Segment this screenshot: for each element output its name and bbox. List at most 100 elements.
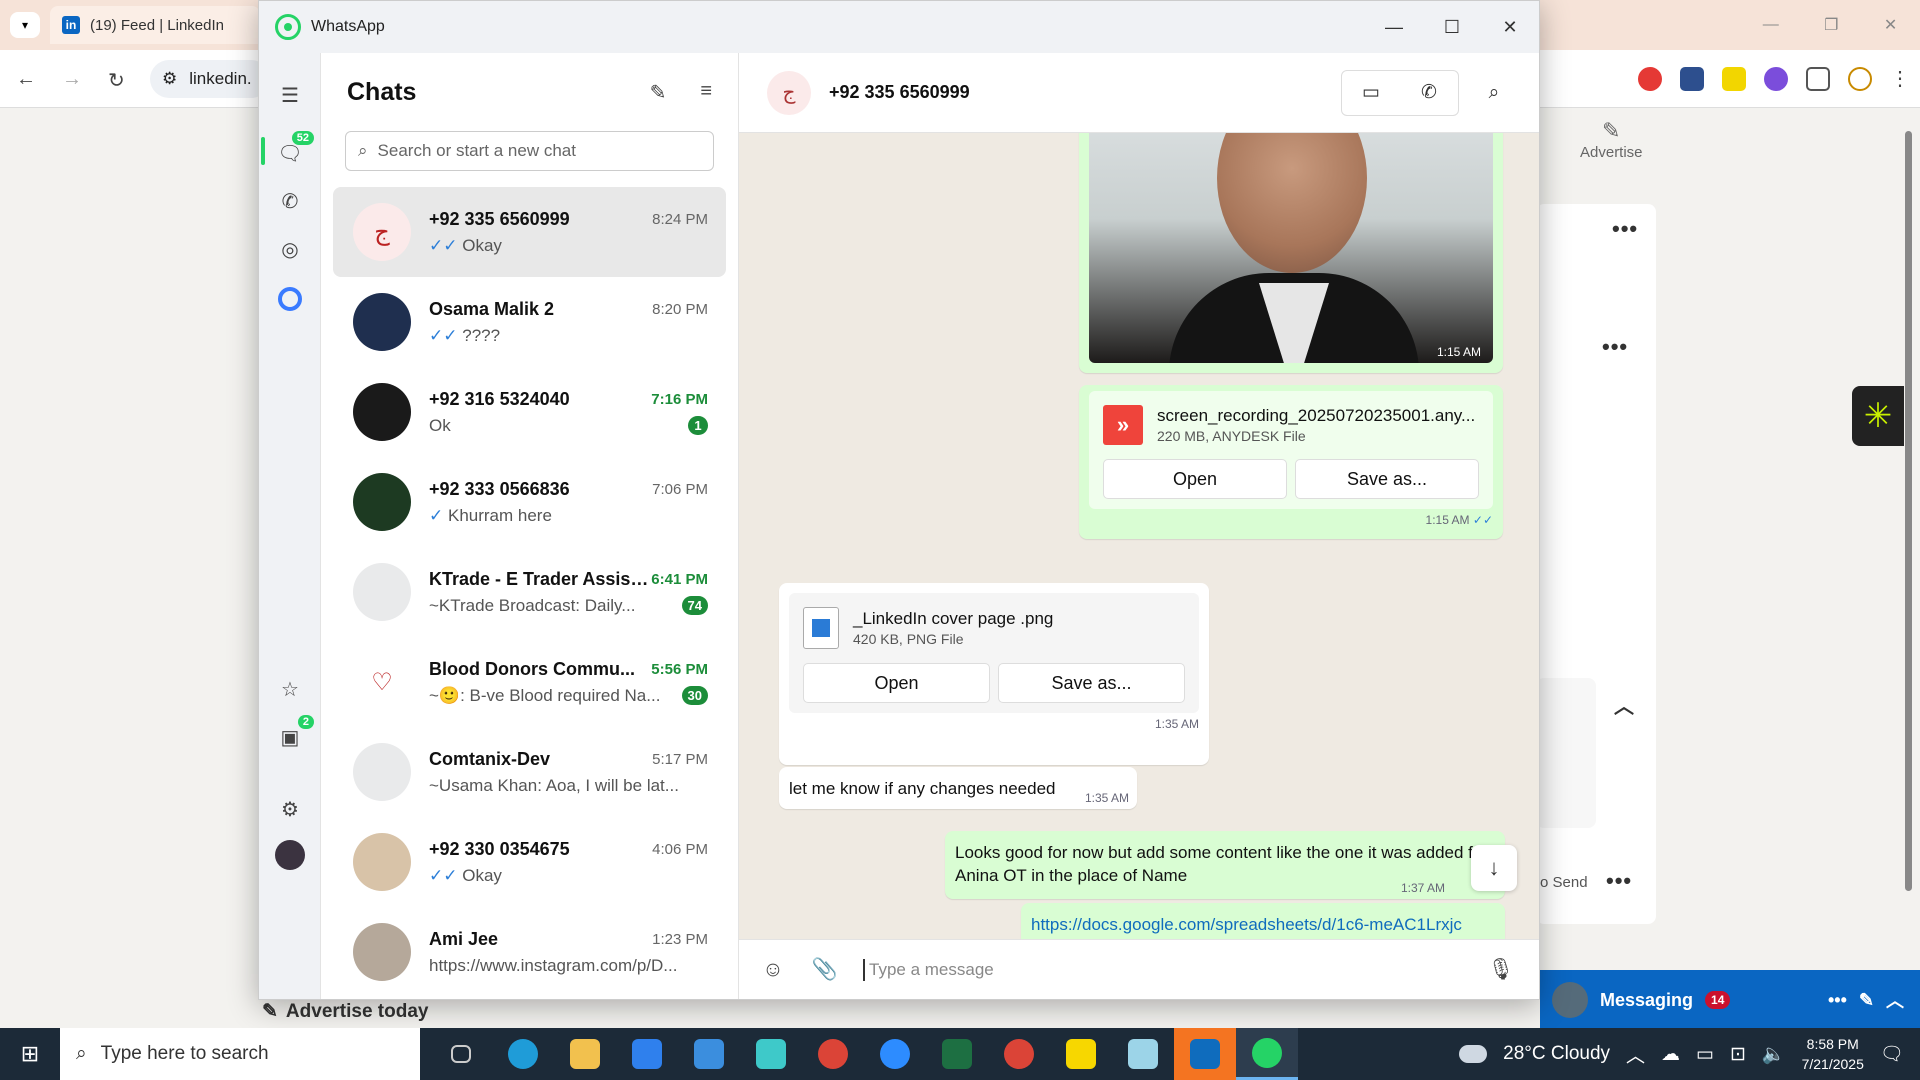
weather-text[interactable]: 28°C Cloudy: [1503, 1043, 1610, 1065]
chat-list-item[interactable]: +92 316 5324040 7:16 PM Ok 1: [333, 367, 726, 457]
voice-call-icon[interactable]: ✆: [1400, 71, 1458, 115]
filter-icon[interactable]: ≡: [700, 80, 712, 105]
store-icon[interactable]: [616, 1028, 678, 1080]
chat-list-item[interactable]: ♡ Blood Donors Commu... 5:56 PM ~🙂: B-ve B…: [333, 637, 726, 727]
text-message[interactable]: Looks good for now but add some content …: [945, 831, 1505, 899]
app-icon[interactable]: [740, 1028, 802, 1080]
onedrive-icon[interactable]: ☁: [1661, 1043, 1680, 1066]
advertise-today[interactable]: ✎ Advertise today: [262, 1000, 428, 1023]
settings-button[interactable]: ⚙: [274, 793, 306, 825]
avatar: [275, 840, 305, 870]
maximize-button[interactable]: ☐: [1423, 1, 1481, 53]
task-view-icon[interactable]: [430, 1028, 492, 1080]
clock-date: 7/21/2025: [1801, 1056, 1864, 1072]
reload-icon[interactable]: ↻: [108, 68, 125, 93]
chevron-up-icon[interactable]: ︿: [1626, 1041, 1645, 1068]
attach-icon[interactable]: 📎: [811, 958, 839, 982]
meta-ai-button[interactable]: [274, 283, 306, 315]
text-message[interactable]: let me know if any changes needed 1:35 A…: [779, 767, 1137, 809]
calls-nav-button[interactable]: ✆: [274, 185, 306, 217]
site-info-icon[interactable]: ⚙: [162, 69, 177, 89]
menu-icon[interactable]: ☰: [274, 79, 306, 111]
file-explorer-icon[interactable]: [554, 1028, 616, 1080]
minimize-icon[interactable]: —: [1763, 16, 1779, 34]
browser-tab[interactable]: in (19) Feed | LinkedIn: [50, 6, 260, 44]
chat-list-item[interactable]: Comtanix-Dev 5:17 PM ~Usama Khan: Aoa, I …: [333, 727, 726, 817]
chat-list-item[interactable]: +92 333 0566836 7:06 PM ✓ Khurram here: [333, 457, 726, 547]
message-link[interactable]: https://docs.google.com/spreadsheets/d/1…: [1031, 913, 1495, 939]
chat-list-item[interactable]: Osama Malik 2 8:20 PM ✓✓ ????: [333, 277, 726, 367]
extension-icon[interactable]: [1722, 66, 1746, 91]
profile-button[interactable]: [274, 839, 306, 871]
save-as-button[interactable]: Save as...: [998, 663, 1185, 703]
extension-icon[interactable]: [1680, 66, 1704, 91]
message-input[interactable]: Type a message: [863, 958, 1463, 981]
battery-icon[interactable]: ▭: [1696, 1043, 1714, 1066]
edge-icon[interactable]: [492, 1028, 554, 1080]
chevron-up-icon[interactable]: ︿: [1614, 690, 1635, 719]
close-icon[interactable]: ✕: [1884, 15, 1897, 35]
minimize-button[interactable]: —: [1365, 1, 1423, 53]
scroll-to-bottom-button[interactable]: ↓: [1471, 845, 1517, 891]
avatar[interactable]: ج: [767, 70, 811, 115]
menu-kebab-icon[interactable]: ⋮: [1890, 66, 1910, 91]
page-scrollbar[interactable]: [1903, 116, 1913, 1016]
chats-nav-button[interactable]: 🗨 52: [274, 131, 314, 169]
more-options-icon[interactable]: •••: [1606, 868, 1632, 894]
tab-search-button[interactable]: ▾: [10, 12, 40, 38]
windows-start-icon[interactable]: ⊞: [0, 1028, 60, 1080]
excel-icon[interactable]: [926, 1028, 988, 1080]
forward-icon[interactable]: →: [62, 68, 82, 91]
volume-icon[interactable]: 🔈: [1762, 1042, 1786, 1066]
outlook-icon[interactable]: [1174, 1028, 1236, 1080]
save-as-button[interactable]: Save as...: [1295, 459, 1479, 499]
whatsapp-taskbar-icon[interactable]: [1236, 1028, 1298, 1080]
navigation-rail: ☰ 🗨 52 ✆ ◎ ☆ ▣ 2 ⚙: [259, 53, 321, 999]
app-icon[interactable]: [1112, 1028, 1174, 1080]
more-options-icon[interactable]: •••: [1602, 334, 1628, 360]
advertise-nav[interactable]: ✎ Advertise: [1580, 118, 1643, 161]
more-options-icon[interactable]: •••: [1612, 216, 1638, 242]
chat-list-item[interactable]: ج +92 335 6560999 8:24 PM ✓✓ Okay: [333, 187, 726, 277]
contact-name[interactable]: +92 335 6560999: [829, 82, 970, 103]
chat-list-item[interactable]: +92 330 0354675 4:06 PM ✓✓ Okay: [333, 817, 726, 907]
whatsapp-window: WhatsApp — ☐ ✕ ☰ 🗨 52 ✆ ◎ ☆ ▣ 2 ⚙ Chats …: [258, 0, 1540, 1000]
extension-icon[interactable]: [1638, 66, 1662, 91]
network-icon[interactable]: ⊡: [1730, 1043, 1746, 1066]
mail-icon[interactable]: [678, 1028, 740, 1080]
chat-list-item[interactable]: Ami Jee 1:23 PM https://www.instagram.com…: [333, 907, 726, 997]
extension-icon[interactable]: [1764, 66, 1788, 91]
compose-icon[interactable]: ✎: [1859, 990, 1874, 1011]
close-button[interactable]: ✕: [1481, 1, 1539, 53]
photo-message[interactable]: 1:15 AM: [1079, 133, 1503, 373]
asterisk-extension-icon[interactable]: ✳: [1852, 386, 1904, 446]
chevron-up-icon[interactable]: ︿: [1886, 987, 1904, 1013]
chrome-icon[interactable]: [802, 1028, 864, 1080]
restore-icon[interactable]: ❐: [1824, 15, 1838, 35]
sticky-notes-icon[interactable]: [1050, 1028, 1112, 1080]
archived-button[interactable]: ▣ 2: [274, 715, 314, 753]
puzzle-icon[interactable]: [1806, 66, 1830, 91]
notifications-icon[interactable]: 🗨: [1880, 1042, 1904, 1066]
more-options-icon[interactable]: •••: [1828, 990, 1847, 1011]
status-nav-button[interactable]: ◎: [274, 233, 306, 265]
taskbar-search-input[interactable]: ⌕ Type here to search: [60, 1028, 420, 1080]
video-call-icon[interactable]: ▭: [1342, 71, 1400, 115]
chat-search-input[interactable]: ⌕ Search or start a new chat: [345, 131, 714, 171]
new-chat-icon[interactable]: ✎: [650, 80, 667, 105]
search-icon[interactable]: ⌕: [1471, 82, 1517, 104]
link-message[interactable]: https://docs.google.com/spreadsheets/d/1…: [1021, 903, 1505, 939]
chrome-icon[interactable]: [988, 1028, 1050, 1080]
open-file-button[interactable]: Open: [803, 663, 990, 703]
address-bar[interactable]: ⚙ linkedin.: [150, 60, 270, 98]
messaging-bar[interactable]: Messaging 14 ••• ✎ ︿: [1540, 970, 1920, 1030]
starred-messages-button[interactable]: ☆: [274, 673, 306, 705]
chat-list-item[interactable]: KTrade - E Trader Assist... 6:41 PM ~KTra…: [333, 547, 726, 637]
open-file-button[interactable]: Open: [1103, 459, 1287, 499]
profile-icon[interactable]: [1848, 66, 1872, 91]
emoji-icon[interactable]: ☺: [759, 958, 787, 982]
back-icon[interactable]: ←: [16, 68, 36, 91]
zoom-icon[interactable]: [864, 1028, 926, 1080]
clock[interactable]: 8:58 PM 7/21/2025: [1802, 1034, 1864, 1074]
microphone-icon[interactable]: 🎙: [1487, 958, 1515, 982]
